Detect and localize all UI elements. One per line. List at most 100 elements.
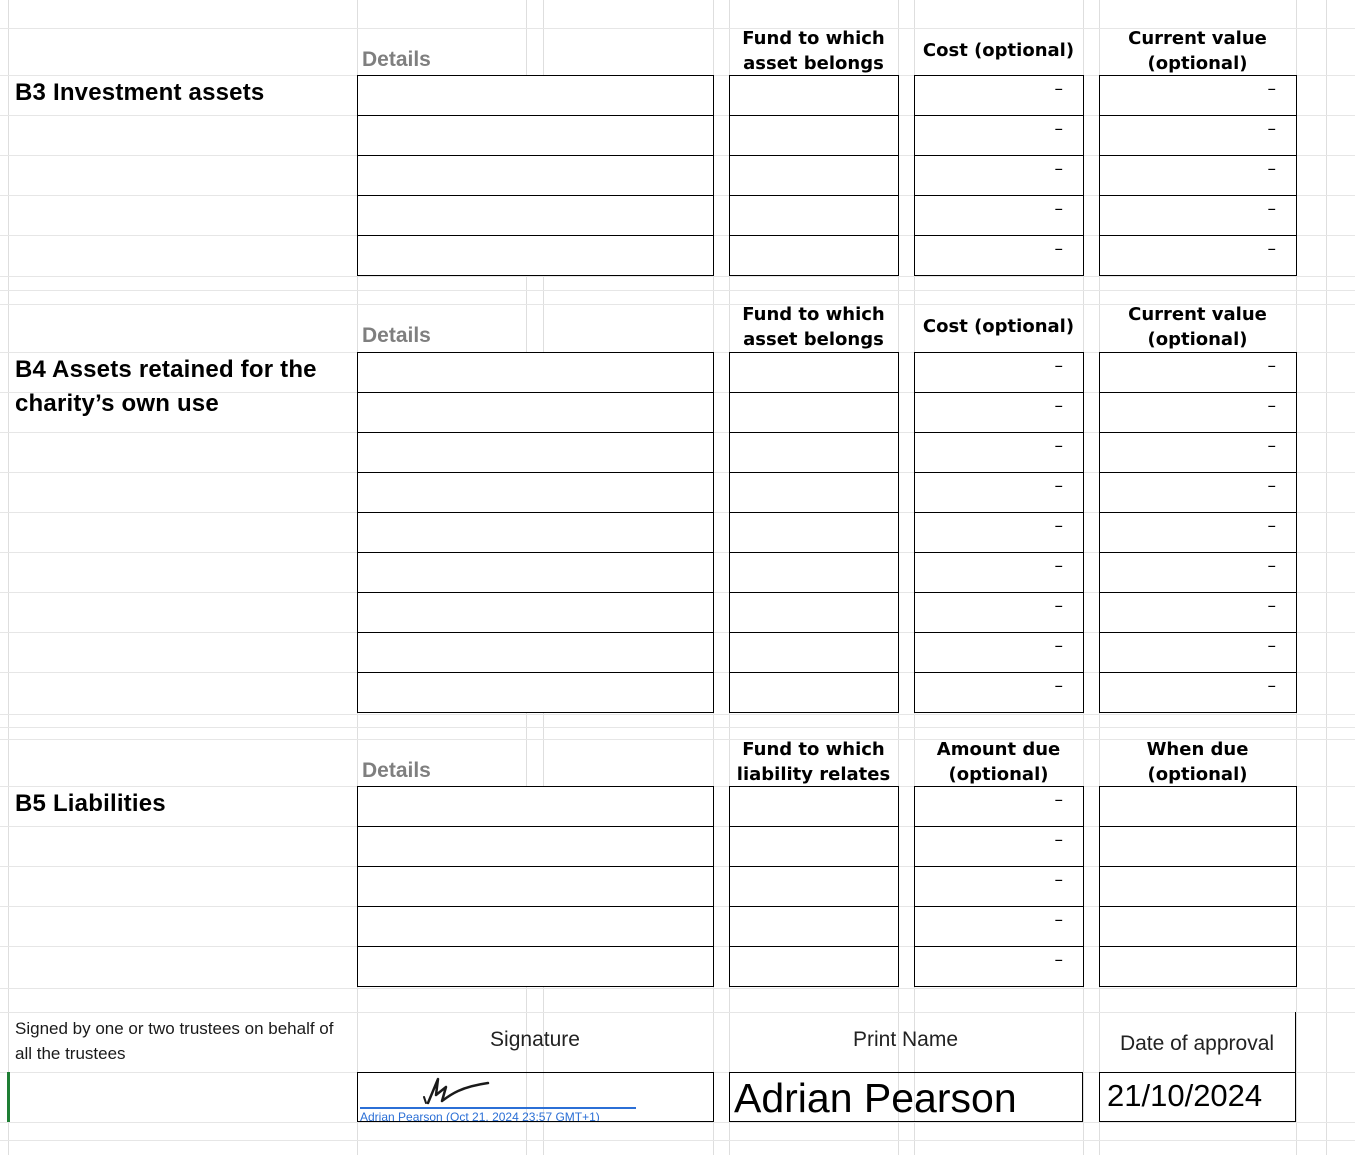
active-row-marker	[7, 1072, 10, 1122]
b4-row-3-details-cell[interactable]	[357, 432, 714, 473]
column-header-fund: Fund to which asset belongs	[742, 28, 885, 74]
b4-row-4-details-cell[interactable]	[357, 472, 714, 513]
b4-row-9-cost-cell[interactable]: –	[914, 672, 1084, 713]
b4-row-1-cost-cell[interactable]: –	[914, 352, 1084, 393]
b5-row-5-fund-cell[interactable]	[729, 946, 899, 987]
b5-row-2-details-cell[interactable]	[357, 826, 714, 867]
b5-row-3-cost-cell[interactable]: –	[914, 866, 1084, 907]
b3-row-1-cost-cell[interactable]: –	[914, 75, 1084, 116]
grid-row-line	[0, 988, 1355, 989]
b3-row-5-fund-cell[interactable]	[729, 235, 899, 276]
b4-row-2-cost-cell[interactable]: –	[914, 392, 1084, 433]
b3-row-5-cost-cell[interactable]: –	[914, 235, 1084, 276]
b4-row-5-value-cell[interactable]: –	[1099, 512, 1297, 553]
b5-row-4-details-cell[interactable]	[357, 906, 714, 947]
column-header-value: Current value (optional)	[1128, 28, 1267, 74]
b4-row-1-fund-cell[interactable]	[729, 352, 899, 393]
b3-row-5-value-cell[interactable]: –	[1099, 235, 1297, 276]
b5-row-1-cost-cell[interactable]: –	[914, 786, 1084, 827]
b5-row-3-details-cell[interactable]	[357, 866, 714, 907]
b5-row-2-fund-cell[interactable]	[729, 826, 899, 867]
b5-row-1-value-cell[interactable]	[1099, 786, 1297, 827]
b3-row-3-value-cell[interactable]: –	[1099, 155, 1297, 196]
b5-row-4-cost-cell[interactable]: –	[914, 906, 1084, 947]
b3-row-2-value-cell[interactable]: –	[1099, 115, 1297, 156]
b4-row-7-details-cell[interactable]	[357, 592, 714, 633]
section-title-b3: B3 Investment assets	[15, 79, 265, 106]
signature-caption-link[interactable]: Adrian Pearson (Oct 21, 2024 23:57 GMT+1…	[360, 1111, 600, 1121]
b5-row-1-details-cell[interactable]	[357, 786, 714, 827]
b4-row-4-value-cell[interactable]: –	[1099, 472, 1297, 513]
date-label-cell: Date of approval	[1099, 1012, 1296, 1072]
b3-row-4-cost-cell[interactable]: –	[914, 195, 1084, 236]
b5-row-2-cost-cell[interactable]: –	[914, 826, 1084, 867]
b3-row-1-details-cell[interactable]	[357, 75, 714, 116]
b4-row-5-details-cell[interactable]	[357, 512, 714, 553]
b3-row-1-fund-cell[interactable]	[729, 75, 899, 116]
b3-row-1-value-cell[interactable]: –	[1099, 75, 1297, 116]
section-title-b5: B5 Liabilities	[15, 790, 166, 817]
b4-row-8-value-cell[interactable]: –	[1099, 632, 1297, 673]
b4-row-7-fund-cell[interactable]	[729, 592, 899, 633]
grid-row-line	[0, 276, 1355, 277]
b5-row-5-details-cell[interactable]	[357, 946, 714, 987]
column-header-fund: Fund to which liability relates	[736, 739, 891, 785]
b4-row-3-fund-cell[interactable]	[729, 432, 899, 473]
grid-row-line	[0, 714, 1355, 715]
b3-row-2-cost-cell[interactable]: –	[914, 115, 1084, 156]
b4-row-5-fund-cell[interactable]	[729, 512, 899, 553]
b4-row-8-fund-cell[interactable]	[729, 632, 899, 673]
b5-row-1-fund-cell[interactable]	[729, 786, 899, 827]
column-header-cost: Amount due (optional)	[936, 739, 1061, 785]
b4-row-1-details-cell[interactable]	[357, 352, 714, 393]
b3-row-2-fund-cell[interactable]	[729, 115, 899, 156]
grid-row-line	[0, 1122, 1355, 1123]
b4-row-2-value-cell[interactable]: –	[1099, 392, 1297, 433]
date-of-approval-field[interactable]: 21/10/2024	[1099, 1072, 1296, 1122]
column-header-value: When due (optional)	[1146, 739, 1249, 785]
b4-row-3-value-cell[interactable]: –	[1099, 432, 1297, 473]
print-name-label: Print Name	[852, 1028, 959, 1051]
b5-row-2-value-cell[interactable]	[1099, 826, 1297, 867]
b3-row-3-details-cell[interactable]	[357, 155, 714, 196]
b4-row-5-cost-cell[interactable]: –	[914, 512, 1084, 553]
b4-row-9-fund-cell[interactable]	[729, 672, 899, 713]
b5-row-5-value-cell[interactable]	[1099, 946, 1297, 987]
column-header-cost: Cost (optional)	[922, 316, 1075, 337]
b5-row-4-value-cell[interactable]	[1099, 906, 1297, 947]
b5-row-4-fund-cell[interactable]	[729, 906, 899, 947]
b4-row-7-value-cell[interactable]: –	[1099, 592, 1297, 633]
b5-row-3-fund-cell[interactable]	[729, 866, 899, 907]
b4-row-8-details-cell[interactable]	[357, 632, 714, 673]
b5-row-3-value-cell[interactable]	[1099, 866, 1297, 907]
b3-row-5-details-cell[interactable]	[357, 235, 714, 276]
date-label: Date of approval	[1119, 1032, 1275, 1055]
b4-row-6-cost-cell[interactable]: –	[914, 552, 1084, 593]
b4-row-1-value-cell[interactable]: –	[1099, 352, 1297, 393]
b5-row-5-cost-cell[interactable]: –	[914, 946, 1084, 987]
b4-row-6-value-cell[interactable]: –	[1099, 552, 1297, 593]
b4-row-6-fund-cell[interactable]	[729, 552, 899, 593]
b4-row-7-cost-cell[interactable]: –	[914, 592, 1084, 633]
b4-row-3-cost-cell[interactable]: –	[914, 432, 1084, 473]
print-name-field[interactable]: Adrian Pearson	[729, 1072, 1083, 1122]
grid-row-line	[0, 1140, 1355, 1141]
b3-row-4-value-cell[interactable]: –	[1099, 195, 1297, 236]
b3-row-2-details-cell[interactable]	[357, 115, 714, 156]
b3-row-3-cost-cell[interactable]: –	[914, 155, 1084, 196]
b4-row-2-fund-cell[interactable]	[729, 392, 899, 433]
b3-row-4-details-cell[interactable]	[357, 195, 714, 236]
b3-row-3-fund-cell[interactable]	[729, 155, 899, 196]
b4-row-9-value-cell[interactable]: –	[1099, 672, 1297, 713]
grid-column-line	[8, 0, 9, 1155]
b4-row-4-fund-cell[interactable]	[729, 472, 899, 513]
signature-label: Signature	[490, 1028, 580, 1051]
b3-row-4-fund-cell[interactable]	[729, 195, 899, 236]
b4-row-4-cost-cell[interactable]: –	[914, 472, 1084, 513]
b4-row-9-details-cell[interactable]	[357, 672, 714, 713]
b4-row-8-cost-cell[interactable]: –	[914, 632, 1084, 673]
signature-field[interactable]: Adrian Pearson (Oct 21, 2024 23:57 GMT+1…	[357, 1072, 714, 1122]
b4-row-2-details-cell[interactable]	[357, 392, 714, 433]
b4-row-6-details-cell[interactable]	[357, 552, 714, 593]
section-title-b4: B4 Assets retained for the charity’s own…	[15, 356, 317, 417]
